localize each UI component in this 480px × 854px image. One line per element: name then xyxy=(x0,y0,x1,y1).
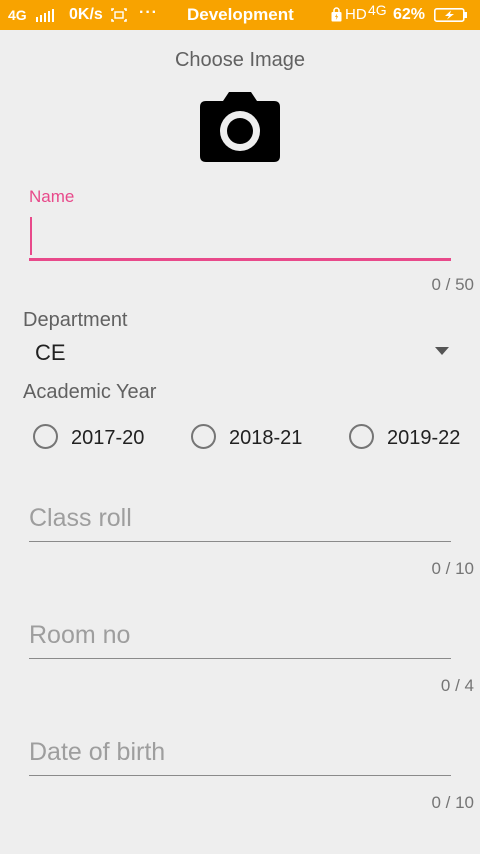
room-no-counter: 0 / 4 xyxy=(440,676,474,695)
room-no-field: 0 / 4 xyxy=(29,617,474,697)
screenshot-icon xyxy=(111,8,127,22)
name-underline xyxy=(29,258,451,261)
signal-strength-icon xyxy=(36,8,58,22)
radio-unchecked-icon xyxy=(33,424,58,449)
radio-unchecked-icon xyxy=(349,424,374,449)
date-of-birth-input[interactable] xyxy=(29,734,451,770)
radio-label: 2017-20 xyxy=(71,427,145,449)
choose-image-label: Choose Image xyxy=(174,49,306,71)
academic-year-label: Academic Year xyxy=(23,381,157,403)
radio-label: 2019-22 xyxy=(387,427,461,449)
dropdown-arrow-icon xyxy=(435,347,449,355)
name-counter: 0 / 50 xyxy=(431,275,474,294)
department-selected-value: CE xyxy=(35,340,66,365)
radio-option-2019-22[interactable]: 2019-22 xyxy=(349,422,474,454)
class-roll-input[interactable] xyxy=(29,500,451,536)
date-of-birth-underline xyxy=(29,775,451,776)
class-roll-counter: 0 / 10 xyxy=(431,559,474,578)
radio-unchecked-icon xyxy=(191,424,216,449)
radio-label: 2018-21 xyxy=(229,427,303,449)
name-input[interactable] xyxy=(29,218,451,254)
name-label: Name xyxy=(29,187,75,206)
room-no-input[interactable] xyxy=(29,617,451,653)
network-speed: 0K/s xyxy=(69,6,103,23)
name-field: Name 0 / 50 xyxy=(29,187,474,297)
status-bar: 4G 0K/s ··· Development HD 4G 62% xyxy=(0,0,480,30)
network-type-left: 4G xyxy=(8,7,27,23)
date-of-birth-counter: 0 / 10 xyxy=(431,793,474,812)
radio-option-2017-20[interactable]: 2017-20 xyxy=(33,422,163,454)
date-of-birth-field: 0 / 10 xyxy=(29,734,474,814)
department-dropdown[interactable]: CE xyxy=(23,334,457,370)
room-no-underline xyxy=(29,658,451,659)
hd-indicator: HD xyxy=(345,6,367,23)
status-app-title: Development xyxy=(187,5,294,24)
choose-image-button[interactable] xyxy=(200,90,280,164)
department-label: Department xyxy=(23,309,128,331)
battery-percent: 62% xyxy=(393,6,426,23)
camera-icon xyxy=(200,92,280,162)
more-notifications-icon: ··· xyxy=(139,4,158,21)
class-roll-field: 0 / 10 xyxy=(29,500,474,580)
battery-charging-icon xyxy=(434,8,467,22)
class-roll-underline xyxy=(29,541,451,542)
lock-icon xyxy=(331,7,342,22)
radio-option-2018-21[interactable]: 2018-21 xyxy=(191,422,321,454)
network-type-right: 4G xyxy=(368,2,387,18)
